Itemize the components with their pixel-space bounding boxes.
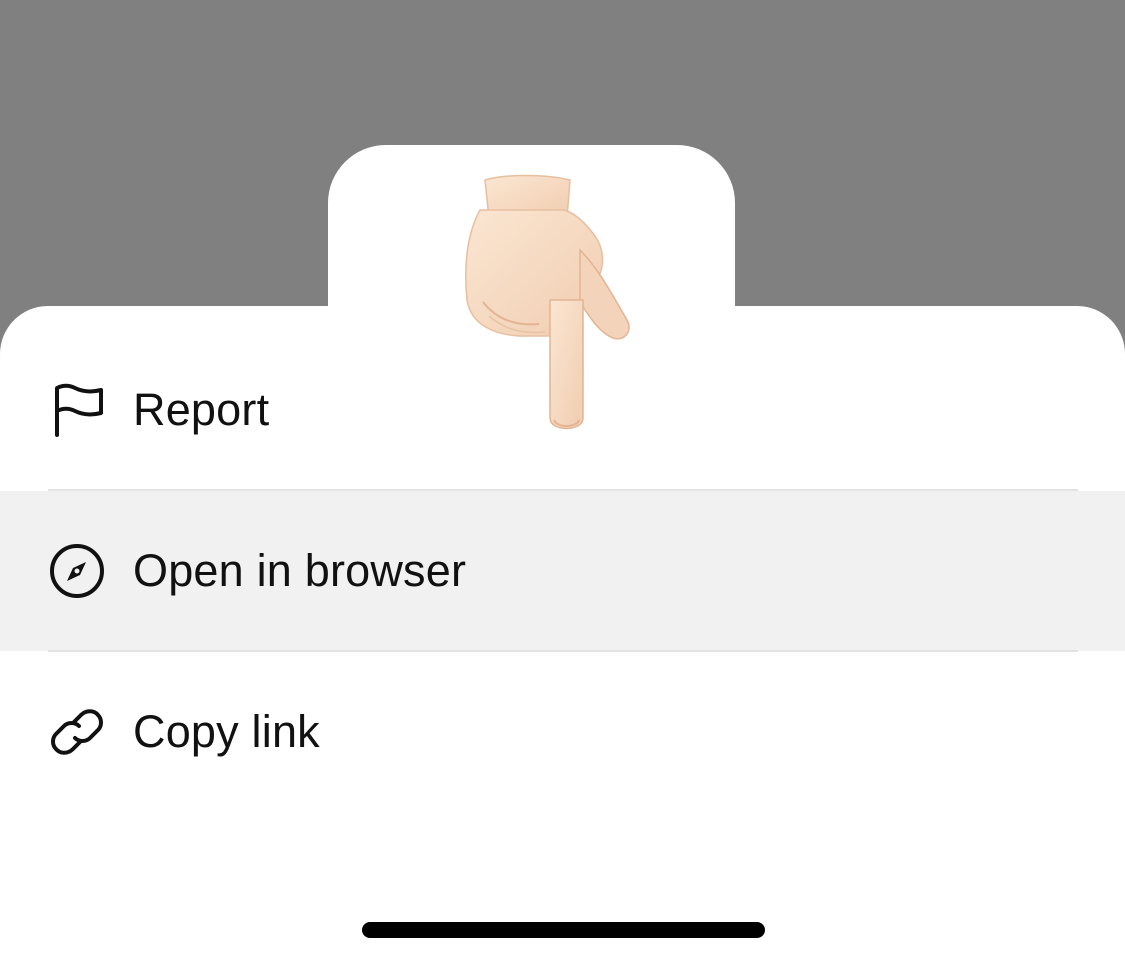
compass-icon [47, 541, 107, 601]
menu-item-label: Copy link [133, 706, 320, 757]
menu-item-open-in-browser[interactable]: Open in browser [0, 491, 1125, 651]
backhand-index-pointing-down-icon [465, 174, 630, 430]
link-icon [47, 702, 107, 762]
flag-icon [47, 380, 107, 440]
menu-item-label: Report [133, 384, 270, 435]
menu-item-copy-link[interactable]: Copy link [0, 652, 1125, 812]
menu-item-label: Open in browser [133, 545, 467, 596]
home-indicator[interactable] [362, 922, 765, 938]
